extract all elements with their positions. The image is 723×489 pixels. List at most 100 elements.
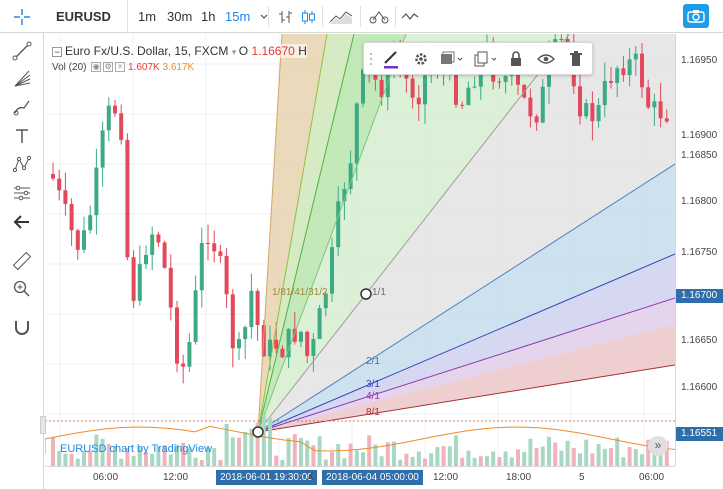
candle-body — [144, 254, 148, 265]
chart-pane[interactable] — [45, 34, 675, 466]
open-label: O — [238, 44, 249, 58]
fan-anchor-handle[interactable] — [252, 426, 264, 438]
candle-body — [578, 86, 582, 117]
fan-label-4-1: 4/1 — [366, 391, 380, 402]
candle-body — [274, 339, 279, 349]
area-icon[interactable] — [328, 5, 352, 29]
layers-icon[interactable] — [437, 47, 467, 71]
price-axis[interactable]: 1.16950 1.16900 1.16850 1.16800 1.16750 … — [675, 34, 723, 466]
candle-body — [57, 178, 62, 191]
volume-bar — [534, 448, 539, 466]
volume-bar — [522, 451, 527, 466]
candle-body — [137, 264, 142, 301]
fan-control-handle[interactable] — [360, 288, 372, 300]
settings-icon[interactable]: ⚙ — [103, 62, 114, 73]
bars-icon[interactable] — [274, 5, 298, 29]
magnet-icon[interactable] — [10, 315, 34, 339]
candle-body — [292, 328, 297, 342]
candle-body — [664, 118, 669, 122]
candle-body — [69, 203, 74, 231]
volume-bar — [342, 458, 347, 466]
volume-bar — [75, 458, 80, 466]
time-badge-start: 2018-06-01 19:30:00 — [216, 470, 317, 485]
crosshair-icon[interactable] — [10, 5, 34, 29]
arrow-left-icon[interactable] — [10, 210, 34, 234]
volume-bar — [361, 452, 365, 466]
pattern-icon[interactable] — [10, 152, 34, 176]
volume-bar — [547, 436, 551, 466]
timeframe-15m[interactable]: 15m — [225, 0, 250, 33]
candle-body — [106, 105, 111, 131]
collapse-icon[interactable]: − — [52, 46, 62, 57]
time-axis[interactable]: 06:00 12:00 2018-06-01 19:30:00 4 2018-0… — [45, 466, 675, 489]
chevron-down-icon[interactable]: ▾ — [232, 47, 239, 57]
candle-body — [336, 201, 341, 248]
gann-fan-icon[interactable] — [10, 67, 34, 91]
drag-handle-icon[interactable] — [367, 47, 377, 71]
text-icon[interactable] — [10, 124, 34, 148]
chevron-down-icon[interactable] — [252, 5, 276, 29]
timeframe-1h[interactable]: 1h — [201, 0, 215, 33]
volume-label: Vol (20) — [52, 62, 87, 73]
candle-body — [131, 257, 136, 301]
time-label: 06:00 — [639, 472, 665, 483]
volume-bar — [268, 417, 272, 466]
price-label: 1.16650 — [681, 335, 718, 346]
candle-body — [311, 338, 316, 356]
volume-bar — [447, 446, 452, 466]
time-label: 12:00 — [163, 472, 189, 483]
drawing-properties-toolbar — [363, 42, 593, 75]
candle-body — [199, 243, 204, 291]
time-label: 4 — [308, 472, 314, 483]
scroll-to-realtime-button[interactable]: » — [648, 436, 668, 456]
lock-icon[interactable] — [504, 47, 528, 71]
close-icon[interactable]: × — [115, 62, 126, 73]
zoom-icon[interactable] — [10, 277, 34, 301]
volume-bar — [348, 443, 353, 466]
timeframe-30m[interactable]: 30m — [167, 0, 192, 33]
volume-bar — [63, 453, 68, 466]
candle-body — [472, 86, 477, 88]
candle-body — [602, 81, 607, 106]
candle-body — [423, 75, 427, 105]
eye-icon[interactable]: ◉ — [91, 62, 102, 73]
candle-body — [615, 68, 620, 83]
trash-icon[interactable] — [564, 47, 588, 71]
ruler-icon[interactable] — [10, 249, 34, 273]
candle-body — [410, 78, 415, 98]
volume-bar — [553, 442, 558, 466]
eye-icon[interactable] — [534, 47, 558, 71]
camera-icon[interactable] — [683, 4, 709, 28]
timeframe-1m[interactable]: 1m — [138, 0, 156, 33]
volume-bar — [503, 451, 508, 466]
tradingview-credit[interactable]: EURUSD chart by TradingView — [60, 443, 212, 455]
volume-bar — [627, 447, 632, 466]
symbol-search[interactable]: EURUSD — [48, 0, 128, 33]
price-chart[interactable] — [45, 34, 675, 466]
volume-bar — [540, 446, 545, 466]
series-legend: − Euro Fx/U.S. Dollar, 15, FXCM ▾ O 1.166… — [52, 44, 307, 58]
compare-icon[interactable] — [398, 5, 422, 29]
pane-resize-handle[interactable] — [40, 416, 46, 434]
volume-bar — [212, 448, 217, 466]
clone-icon[interactable] — [471, 47, 501, 71]
candles-icon[interactable] — [296, 5, 320, 29]
candle-body — [540, 86, 545, 123]
candle-body — [212, 243, 217, 252]
forecast-icon[interactable] — [10, 181, 34, 205]
brush-icon[interactable] — [10, 95, 34, 119]
gear-icon[interactable] — [409, 47, 433, 71]
indicators-icon[interactable] — [367, 5, 391, 29]
volume-bar — [336, 443, 341, 466]
volume-bar — [491, 451, 496, 466]
time-label: 12:00 — [433, 472, 459, 483]
volume-bar — [305, 440, 310, 466]
candle-body — [94, 167, 99, 216]
pencil-icon[interactable] — [379, 47, 403, 71]
candle-body — [652, 101, 657, 108]
candle-body — [88, 215, 93, 231]
trend-line-icon[interactable] — [10, 39, 34, 63]
volume-bar — [454, 435, 458, 466]
candle-body — [627, 59, 632, 76]
candle-body — [125, 139, 130, 258]
